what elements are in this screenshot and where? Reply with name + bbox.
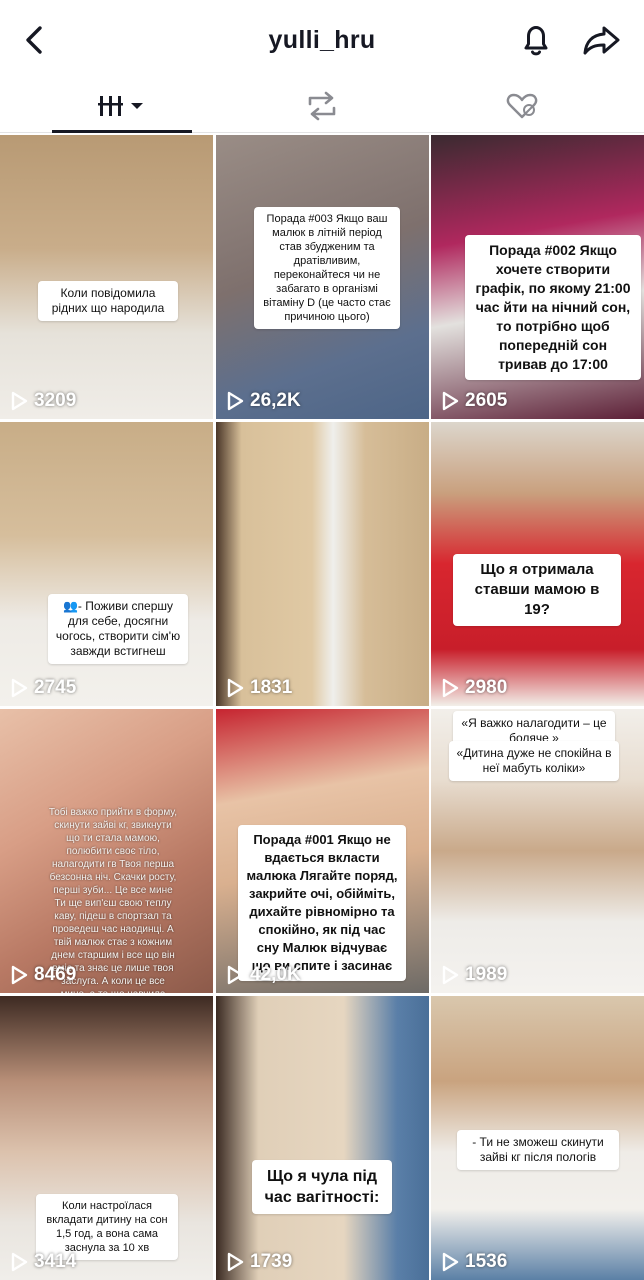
video-caption: 👥- Поживи спершу для себе, досягни чогос… xyxy=(48,594,188,664)
share-icon xyxy=(583,26,620,55)
video-caption: Порада #001 Якщо не вдається вкласти мал… xyxy=(238,825,406,981)
liked-hidden-icon xyxy=(506,93,538,119)
view-count: 3209 xyxy=(10,390,76,412)
video-tile[interactable]: Тобі важко прийти в форму, скинути зайві… xyxy=(0,709,213,993)
video-caption: Порада #003 Якщо ваш малюк в літній пері… xyxy=(254,207,400,329)
play-icon xyxy=(227,1252,244,1272)
view-count: 2605 xyxy=(441,390,507,412)
video-tile[interactable]: 1831 xyxy=(216,422,429,706)
view-count: 26,2K xyxy=(226,390,301,412)
view-count-value: 2980 xyxy=(465,677,508,698)
view-count: 42,0K xyxy=(226,964,301,986)
view-count-value: 3209 xyxy=(34,390,77,411)
tab-reposts[interactable] xyxy=(252,80,392,132)
view-count-value: 1536 xyxy=(465,1251,508,1272)
video-caption: - Ти не зможеш скинути зайві кг після по… xyxy=(457,1130,619,1170)
video-caption: Що я чула під час вагітності: xyxy=(252,1160,392,1214)
video-thumbnail xyxy=(216,996,429,1280)
view-count-value: 26,2K xyxy=(250,390,301,411)
video-tile[interactable]: Що я отримала ставши мамою в 19? 2980 xyxy=(431,422,644,706)
video-tile[interactable]: Що я чула під час вагітності: 1739 xyxy=(216,996,429,1280)
video-thumbnail xyxy=(0,135,213,419)
profile-header: yulli_hru xyxy=(0,0,644,80)
play-icon xyxy=(442,1252,459,1272)
view-count: 1989 xyxy=(441,964,507,986)
view-count: 2745 xyxy=(10,677,76,699)
tab-videos[interactable] xyxy=(52,80,192,133)
video-tile[interactable]: 👥- Поживи спершу для себе, досягни чогос… xyxy=(0,422,213,706)
video-tile[interactable]: Коли повідомила рідних що народила 3209 xyxy=(0,135,213,419)
video-thumbnail xyxy=(216,422,429,706)
video-tile[interactable]: Порада #001 Якщо не вдається вкласти мал… xyxy=(216,709,429,993)
view-count: 3414 xyxy=(10,1251,76,1273)
view-count-value: 8469 xyxy=(34,964,77,985)
video-grid: Коли повідомила рідних що народила 3209 … xyxy=(0,135,644,1280)
video-tile[interactable]: Порада #002 Якщо хочете створити графік,… xyxy=(431,135,644,419)
view-count-value: 2745 xyxy=(34,677,77,698)
view-count-value: 1831 xyxy=(250,677,293,698)
profile-tabs xyxy=(0,80,644,133)
video-caption: Що я отримала ставши мамою в 19? xyxy=(453,554,621,626)
play-icon xyxy=(227,678,244,698)
play-icon xyxy=(442,678,459,698)
play-icon xyxy=(11,965,28,985)
view-count-value: 2605 xyxy=(465,390,508,411)
video-tile[interactable]: Порада #003 Якщо ваш малюк в літній пері… xyxy=(216,135,429,419)
view-count: 1739 xyxy=(226,1251,292,1273)
video-tile[interactable]: «Я важко налагодити – це боляче » «Дитин… xyxy=(431,709,644,993)
video-caption: Коли повідомила рідних що народила xyxy=(38,281,178,321)
video-caption: Порада #002 Якщо хочете створити графік,… xyxy=(465,235,641,380)
view-count-value: 1989 xyxy=(465,964,508,985)
grid-videos-icon xyxy=(98,96,143,116)
view-count-value: 1739 xyxy=(250,1251,293,1272)
share-button[interactable] xyxy=(580,20,624,60)
bell-icon xyxy=(524,26,548,56)
play-icon xyxy=(11,1252,28,1272)
play-icon xyxy=(227,391,244,411)
view-count: 1536 xyxy=(441,1251,507,1273)
view-count-value: 3414 xyxy=(34,1251,77,1272)
video-tile[interactable]: - Ти не зможеш скинути зайві кг після по… xyxy=(431,996,644,1280)
view-count-value: 42,0K xyxy=(250,964,301,985)
play-icon xyxy=(442,391,459,411)
play-icon xyxy=(227,965,244,985)
view-count: 2980 xyxy=(441,677,507,699)
video-caption: «Дитина дуже не спокійна в неї мабуть ко… xyxy=(449,741,619,781)
video-tile[interactable]: Коли настроїлася вкладати дитину на сон … xyxy=(0,996,213,1280)
notifications-button[interactable] xyxy=(516,20,556,60)
play-icon xyxy=(11,391,28,411)
play-icon xyxy=(442,965,459,985)
play-icon xyxy=(11,678,28,698)
view-count: 1831 xyxy=(226,677,292,699)
view-count: 8469 xyxy=(10,964,76,986)
tab-liked[interactable] xyxy=(452,80,592,132)
repost-icon xyxy=(308,91,336,121)
